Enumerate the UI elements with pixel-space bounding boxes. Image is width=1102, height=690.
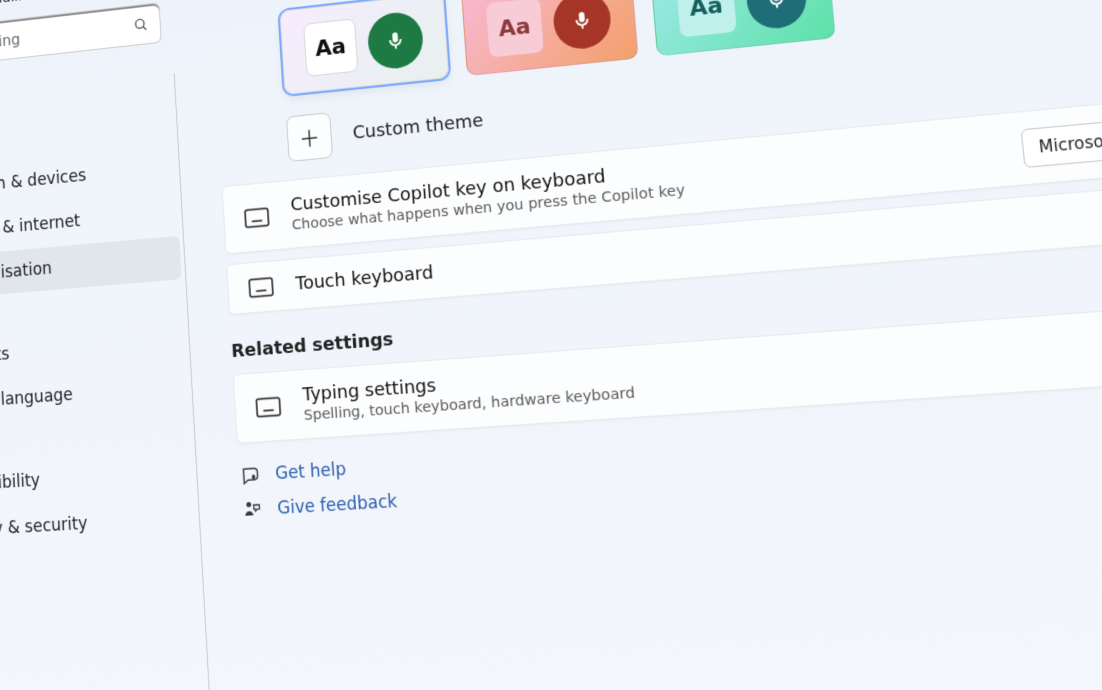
option-title: Touch keyboard (295, 262, 434, 295)
theme-sample-text: Aa (486, 0, 544, 58)
keyboard-icon (243, 206, 271, 228)
theme-sample-text: Aa (676, 0, 737, 37)
keyboard-icon (254, 396, 282, 418)
microphone-icon (744, 0, 808, 31)
main-content: Personalisation › Text input Aa Aa (171, 0, 1102, 690)
nav: Home System Bluetooth & devices Network … (0, 56, 196, 554)
theme-tile-pink[interactable]: Aa (461, 0, 639, 76)
sidebar-item-privacy[interactable]: Privacy & security (0, 495, 196, 555)
microphone-icon (366, 10, 424, 71)
add-custom-theme-button[interactable]: ＋ (286, 112, 333, 162)
plus-icon: ＋ (298, 120, 321, 154)
search-icon (133, 16, 149, 34)
custom-theme-label: Custom theme (352, 109, 484, 143)
theme-sample-text: Aa (303, 18, 358, 77)
help-link-label: Get help (275, 459, 347, 484)
copilot-key-dropdown[interactable]: Microsoft Clipchamp (1020, 108, 1102, 168)
help-icon: ? (240, 465, 260, 487)
theme-tile-teal[interactable]: Aa (650, 0, 836, 56)
feedback-icon (242, 499, 262, 521)
keyboard-icon (247, 276, 275, 298)
theme-tile-default[interactable]: Aa (279, 0, 449, 95)
help-link-label: Give feedback (277, 492, 398, 520)
microphone-icon (552, 0, 613, 52)
